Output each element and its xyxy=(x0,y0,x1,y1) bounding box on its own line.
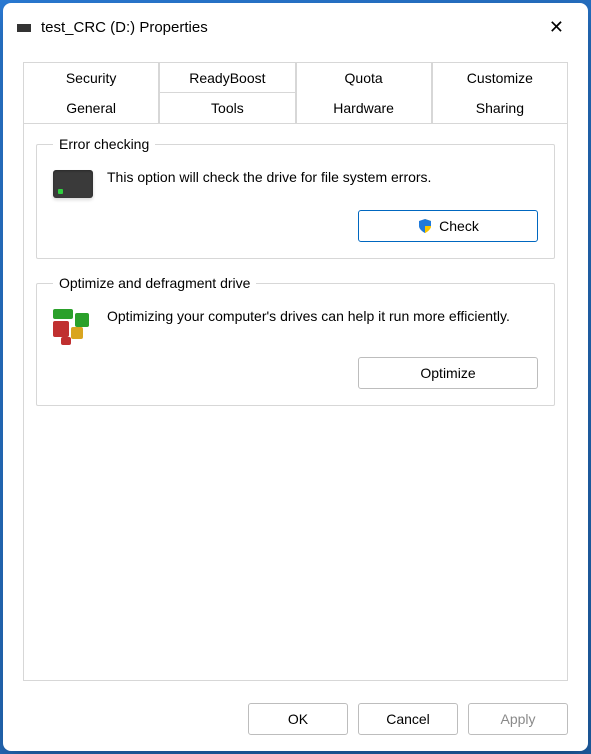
dialog-content: Security ReadyBoost Quota Customize Gene… xyxy=(3,52,588,691)
tab-readyboost[interactable]: ReadyBoost xyxy=(159,62,295,93)
properties-dialog: test_CRC (D:) Properties ✕ Security Read… xyxy=(3,3,588,751)
dialog-footer: OK Cancel Apply xyxy=(3,691,588,751)
cancel-button[interactable]: Cancel xyxy=(358,703,458,735)
tab-quota[interactable]: Quota xyxy=(296,62,432,93)
check-button-label: Check xyxy=(439,218,479,234)
close-button[interactable]: ✕ xyxy=(539,13,574,42)
ok-button-label: OK xyxy=(288,711,308,727)
title-bar: test_CRC (D:) Properties ✕ xyxy=(3,3,588,52)
window-title: test_CRC (D:) Properties xyxy=(41,19,539,36)
tab-sharing[interactable]: Sharing xyxy=(432,92,568,124)
optimize-description: Optimizing your computer's drives can he… xyxy=(107,307,538,326)
tab-general[interactable]: General xyxy=(23,92,159,124)
group-error-checking: Error checking This option will check th… xyxy=(36,136,555,259)
ok-button[interactable]: OK xyxy=(248,703,348,735)
cancel-button-label: Cancel xyxy=(386,711,430,727)
tab-hardware[interactable]: Hardware xyxy=(296,92,432,124)
tab-tools[interactable]: Tools xyxy=(159,92,295,124)
tab-panel-tools: Error checking This option will check th… xyxy=(23,124,568,681)
drive-icon xyxy=(53,170,93,198)
error-checking-description: This option will check the drive for fil… xyxy=(107,168,538,187)
tab-customize[interactable]: Customize xyxy=(432,62,568,93)
apply-button-label: Apply xyxy=(500,711,535,727)
group-optimize: Optimize and defragment drive Optimizing… xyxy=(36,275,555,406)
tab-strip: Security ReadyBoost Quota Customize Gene… xyxy=(23,62,568,124)
optimize-button-label: Optimize xyxy=(420,365,475,381)
defrag-icon xyxy=(53,309,93,345)
shield-icon xyxy=(417,218,433,234)
tab-security[interactable]: Security xyxy=(23,62,159,93)
check-button[interactable]: Check xyxy=(358,210,538,242)
apply-button: Apply xyxy=(468,703,568,735)
optimize-button[interactable]: Optimize xyxy=(358,357,538,389)
group-error-checking-legend: Error checking xyxy=(53,136,155,152)
group-optimize-legend: Optimize and defragment drive xyxy=(53,275,256,291)
drive-title-icon xyxy=(17,24,31,32)
